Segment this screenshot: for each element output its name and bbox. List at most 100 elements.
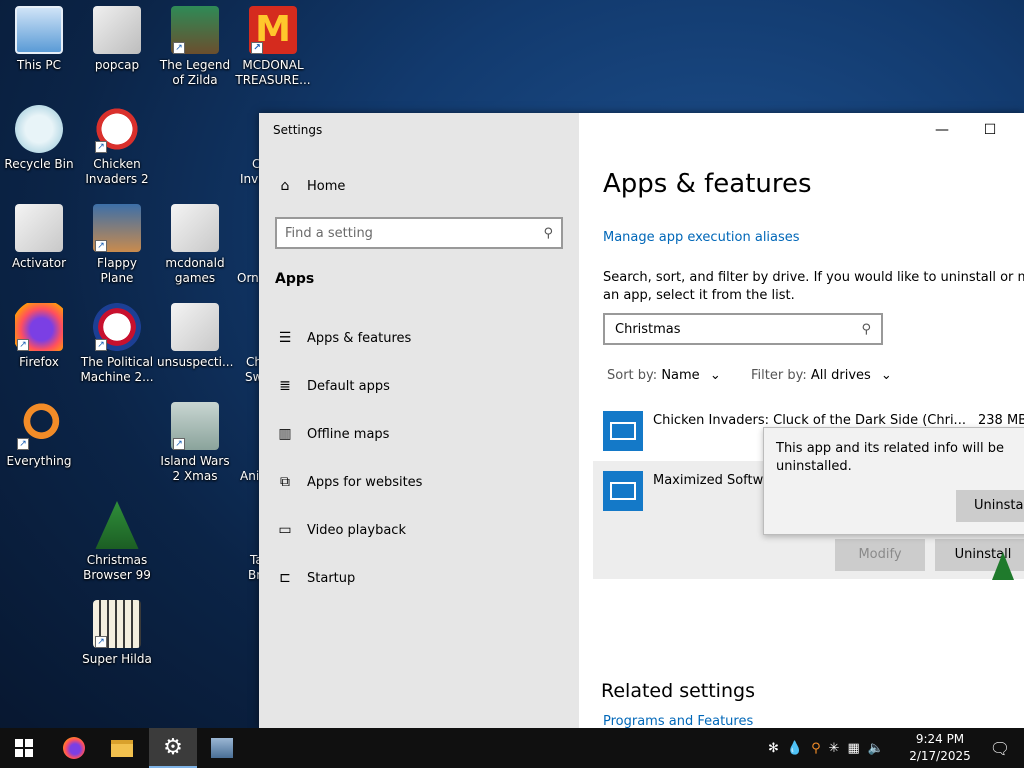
desktop-icon-island-wars-2-xmas[interactable]: ↗ Island Wars 2 Xmas xyxy=(157,402,233,484)
nav-section-heading: Apps xyxy=(275,271,315,287)
sort-dropdown[interactable]: Sort by: Name ⌄ xyxy=(607,368,721,383)
map-icon: ▥ xyxy=(278,426,292,442)
tray-search-icon[interactable]: ⚲ xyxy=(811,741,821,756)
uninstall-button[interactable]: Uninstall xyxy=(935,539,1024,571)
desktop-icon-firefox[interactable]: ↗ Firefox xyxy=(1,303,77,370)
nav-home[interactable]: ⌂ Home xyxy=(259,166,579,206)
folder-icon xyxy=(93,6,141,54)
flyout-message: This app and its related info will be un… xyxy=(776,441,1004,474)
desktop-icon-christmas-browser-99[interactable]: Christmas Browser 99 xyxy=(79,501,155,583)
tray-app-icon[interactable]: ✻ xyxy=(768,741,779,756)
folder-icon xyxy=(111,739,133,757)
volume-icon[interactable]: 🔈 xyxy=(868,741,884,756)
tray-snowflake-icon[interactable]: ✳ xyxy=(829,741,840,756)
taskbar: ⚙ ✻ 💧 ⚲ ✳ ▦ 🔈 9:24 PM 2/17/2025 🗨 xyxy=(0,728,1024,768)
startup-icon: ⊏ xyxy=(279,570,291,586)
apps-description: Search, sort, and filter by drive. If yo… xyxy=(603,270,1024,303)
notification-center-button[interactable]: 🗨 xyxy=(976,728,1024,768)
app-icon xyxy=(603,411,643,451)
tray-drop-icon[interactable]: 💧 xyxy=(787,741,803,756)
manage-aliases-link[interactable]: Manage app execution aliases xyxy=(603,230,800,245)
app-name: Chicken Invaders: Cluck of the Dark Side… xyxy=(653,413,966,428)
nav-item-apps-for-websites[interactable]: ⧉ Apps for websites xyxy=(259,462,579,502)
network-icon[interactable]: ▦ xyxy=(848,741,860,756)
nav-item-video-playback[interactable]: ▭ Video playback xyxy=(259,510,579,550)
find-setting-input[interactable]: Find a setting ⚲ xyxy=(275,217,563,249)
super-hilda-icon: ↗ xyxy=(93,600,141,648)
settings-window: Settings ⌂ Home Find a setting ⚲ Apps ☰ … xyxy=(259,113,1024,728)
nav-item-label: Apps for websites xyxy=(307,474,423,490)
settings-nav-pane: Settings ⌂ Home Find a setting ⚲ Apps ☰ … xyxy=(259,113,579,728)
desktop-partial-label: Orn xyxy=(237,271,259,285)
taskbar-firefox-button[interactable] xyxy=(50,728,98,768)
notification-icon: 🗨 xyxy=(989,738,1011,758)
nav-item-apps-features[interactable]: ☰ Apps & features xyxy=(259,318,579,358)
window-title: Settings xyxy=(273,123,323,137)
list-icon: ☰ xyxy=(278,330,292,346)
desktop-icon-recycle-bin[interactable]: Recycle Bin xyxy=(1,105,77,172)
nav-home-label: Home xyxy=(307,178,346,194)
nav-item-default-apps[interactable]: ≣ Default apps xyxy=(259,366,579,406)
nav-item-label: Startup xyxy=(307,570,356,586)
desktop-icon-flappy-plane[interactable]: ↗ Flappy Plane xyxy=(79,204,155,286)
page-title: Apps & features xyxy=(603,169,812,199)
desktop-icon-chicken-invaders-2[interactable]: ↗ Chicken Invaders 2 xyxy=(79,105,155,187)
video-icon: ▭ xyxy=(278,522,292,538)
desktop-icon-legend-of-zilda[interactable]: ↗ The Legend of Zilda xyxy=(157,6,233,88)
uninstall-confirm-flyout: This app and its related info will be un… xyxy=(763,427,1024,535)
firefox-icon xyxy=(63,737,85,759)
filter-dropdown[interactable]: Filter by: All drives ⌄ xyxy=(751,368,892,383)
nav-item-label: Default apps xyxy=(307,378,390,394)
programs-features-link[interactable]: Programs and Features xyxy=(603,714,753,728)
desktop-icon-activator[interactable]: Activator xyxy=(1,204,77,271)
taskbar-clock[interactable]: 9:24 PM 2/17/2025 xyxy=(904,731,976,765)
desktop-icon-super-hilda[interactable]: ↗ Super Hilda xyxy=(79,600,155,667)
magnifier-icon: ↗ xyxy=(15,402,63,450)
maximize-button[interactable]: ☐ xyxy=(967,117,1013,143)
computer-icon xyxy=(15,6,63,54)
desktop-icon-mcdonald-games[interactable]: mcdonald games xyxy=(157,204,233,286)
desktop-partial-label: Ani xyxy=(240,469,260,483)
nav-item-startup[interactable]: ⊏ Startup xyxy=(259,558,579,598)
recycle-bin-icon xyxy=(15,105,63,153)
find-setting-placeholder: Find a setting xyxy=(285,225,373,241)
taskbar-settings-button[interactable]: ⚙ xyxy=(149,728,197,768)
taskbar-file-explorer-button[interactable] xyxy=(98,728,146,768)
game-character-icon: ↗ xyxy=(171,6,219,54)
taskbar-app-button[interactable] xyxy=(198,728,246,768)
desktop-icon-this-pc[interactable]: This PC xyxy=(1,6,77,73)
folder-icon xyxy=(15,204,63,252)
chicken-icon: ↗ xyxy=(93,105,141,153)
app-search-input[interactable]: Christmas ⚲ xyxy=(603,313,883,345)
minimize-button[interactable]: — xyxy=(919,117,965,143)
gear-icon: ⚙ xyxy=(163,734,183,760)
app-size: 238 MB xyxy=(978,413,1024,428)
start-button[interactable] xyxy=(0,728,48,768)
desktop-icon-popcap[interactable]: popcap xyxy=(79,6,155,73)
flappy-plane-icon: ↗ xyxy=(93,204,141,252)
desktop-icon-unsuspecting[interactable]: unsuspecti... xyxy=(157,303,233,370)
modify-button[interactable]: Modify xyxy=(835,539,925,571)
search-icon: ⚲ xyxy=(543,225,553,241)
nav-item-label: Offline maps xyxy=(307,426,390,442)
folder-icon xyxy=(171,204,219,252)
nav-item-label: Apps & features xyxy=(307,330,412,346)
christmas-tree-icon xyxy=(95,501,139,549)
desktop-icon-mcdonal-treasure[interactable]: M ↗ MCDONAL TREASURE... xyxy=(235,6,311,88)
home-icon: ⌂ xyxy=(280,178,290,194)
app-search-value: Christmas xyxy=(615,321,681,337)
confirm-uninstall-button[interactable]: Uninstall xyxy=(956,490,1024,522)
web-apps-icon: ⧉ xyxy=(280,474,290,490)
nav-item-offline-maps[interactable]: ▥ Offline maps xyxy=(259,414,579,454)
chevron-down-icon: ⌄ xyxy=(880,368,892,383)
desktop-icon-political-machine[interactable]: ↗ The Political Machine 2... xyxy=(79,303,155,385)
nav-item-label: Video playback xyxy=(307,522,406,538)
installer-icon xyxy=(211,738,233,758)
political-machine-icon: ↗ xyxy=(93,303,141,351)
system-tray: ✻ 💧 ⚲ ✳ ▦ 🔈 xyxy=(764,728,888,768)
maximize-icon: ☐ xyxy=(983,122,997,138)
desktop-icon-everything[interactable]: ↗ Everything xyxy=(1,402,77,469)
app-icon xyxy=(603,471,643,511)
related-settings-heading: Related settings xyxy=(601,680,755,702)
windows-logo-icon xyxy=(15,739,33,757)
